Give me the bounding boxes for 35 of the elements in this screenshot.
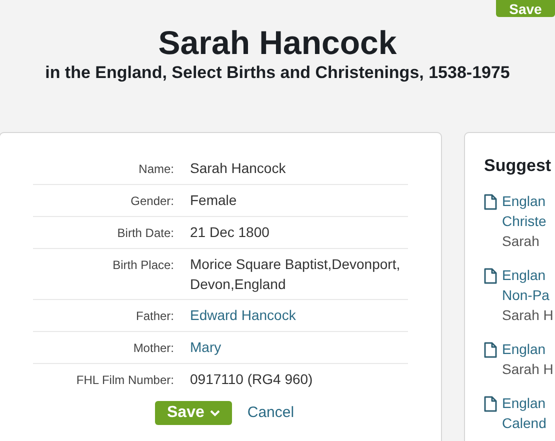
person-name: Sarah H: [502, 360, 554, 379]
field-value: Morice Square Baptist,Devonport,Devon,England: [190, 255, 402, 294]
record-link[interactable]: Englan: [502, 265, 554, 285]
record-link[interactable]: Englan: [502, 339, 554, 359]
person-name: Sarah: [502, 232, 540, 251]
page-subtitle: in the England, Select Births and Christenings, 1538-1975: [45, 62, 510, 84]
field-label: Mother:: [132, 340, 174, 357]
document-icon: [484, 268, 497, 284]
record-link[interactable]: Englan: [502, 393, 546, 413]
chevron-down-icon: [210, 410, 220, 416]
save-menu-button[interactable]: Save: [155, 401, 232, 425]
field-label: Father:: [134, 308, 174, 325]
person-link[interactable]: Edward Hancock: [190, 305, 408, 326]
record-link[interactable]: Englan: [502, 191, 546, 211]
person-link[interactable]: Mary: [190, 337, 408, 358]
field-label: FHL Film Number:: [75, 372, 174, 389]
field-value: 21 Dec 1800: [190, 223, 270, 242]
save-button[interactable]: Save: [496, 0, 555, 17]
document-icon: [484, 396, 497, 412]
field-label: Name:: [138, 161, 174, 178]
person-name: Sarah H: [502, 306, 554, 325]
field-value: Female: [190, 191, 238, 210]
field-value: 0917110 (RG4 960): [190, 370, 314, 389]
record-link[interactable]: Non-Pa: [502, 285, 554, 305]
record-link[interactable]: Calend: [502, 413, 546, 433]
page-title: Sarah Hancock: [158, 24, 397, 62]
field-label: Birth Place:: [112, 257, 174, 274]
field-value: Sarah Hancock: [190, 159, 287, 178]
document-icon: [484, 194, 497, 210]
record-link[interactable]: Christe: [502, 211, 546, 231]
cancel-link[interactable]: Cancel: [247, 402, 294, 424]
suggestions-heading: Suggest: [484, 155, 552, 177]
document-icon: [484, 342, 497, 358]
field-label: Gender:: [130, 193, 174, 210]
field-label: Birth Date:: [116, 225, 174, 242]
